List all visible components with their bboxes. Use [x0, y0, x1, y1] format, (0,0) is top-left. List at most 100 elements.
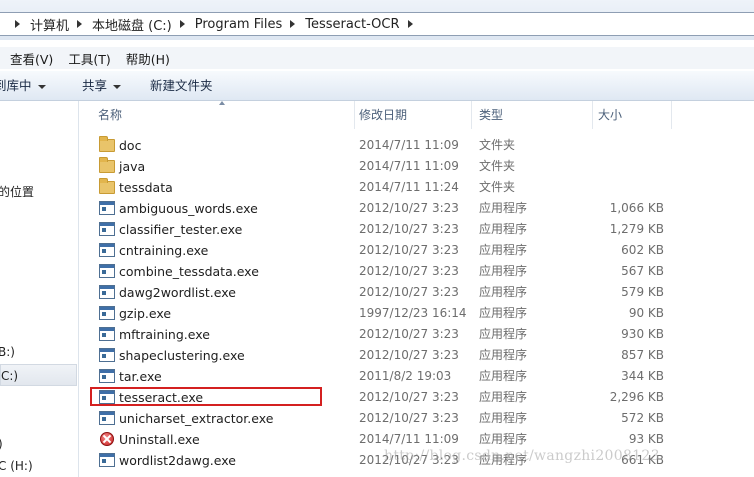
file-row-tesseract[interactable]: tesseract.exe 2012/10/27 3:23 应用程序 2,296… [90, 387, 754, 408]
file-name: dawg2wordlist.exe [119, 285, 236, 300]
file-name: tessdata [119, 180, 173, 195]
file-name: combine_tessdata.exe [119, 264, 259, 279]
file-row-mftraining[interactable]: mftraining.exe 2012/10/27 3:23 应用程序 930 … [90, 324, 754, 345]
uninstall-icon [100, 432, 114, 446]
folder-icon [99, 157, 115, 173]
column-header-name[interactable]: 名称 [90, 101, 355, 129]
file-row-combine-tessdata[interactable]: combine_tessdata.exe 2012/10/27 3:23 应用程… [90, 261, 754, 282]
breadcrumb[interactable]: 计算机 本地磁盘 (C:) Program Files Tesseract-OC… [0, 12, 754, 36]
exe-icon [99, 264, 115, 278]
folder-icon [99, 178, 115, 194]
file-type: 应用程序 [479, 222, 528, 236]
file-date: 2014/7/11 11:09 [359, 138, 459, 152]
nav-item-locations[interactable]: 的位置 [0, 183, 34, 200]
exe-icon [99, 369, 115, 383]
exe-icon [99, 453, 115, 467]
file-type: 应用程序 [479, 243, 528, 257]
nav-item-drive-c[interactable]: C:) [0, 364, 77, 386]
menu-help[interactable]: 帮助(H) [126, 49, 170, 68]
file-size: 567 KB [621, 264, 664, 278]
file-size: 1,279 KB [609, 222, 664, 236]
file-date: 2012/10/27 3:23 [359, 243, 459, 257]
file-row-uninstall[interactable]: Uninstall.exe 2014/7/11 11:09 应用程序 93 KB [90, 429, 754, 450]
share-button[interactable]: 共享 [82, 71, 122, 101]
file-row-doc[interactable]: doc 2014/7/11 11:09 文件夹 [90, 135, 754, 156]
file-list: doc 2014/7/11 11:09 文件夹 java 2014/7/11 1… [90, 135, 754, 471]
file-row-shapeclustering[interactable]: shapeclustering.exe 2012/10/27 3:23 应用程序… [90, 345, 754, 366]
address-bar: 计算机 本地磁盘 (C:) Program Files Tesseract-OC… [0, 0, 754, 40]
command-bar: 到库中 共享 新建文件夹 [0, 71, 754, 101]
menu-bar: 查看(V) 工具(T) 帮助(H) [0, 47, 754, 69]
breadcrumb-separator-icon[interactable] [179, 20, 185, 28]
file-date: 2012/10/27 3:23 [359, 348, 459, 362]
file-size: 602 KB [621, 243, 664, 257]
file-name: tesseract.exe [119, 390, 204, 405]
exe-icon [99, 285, 115, 299]
file-size: 93 KB [628, 432, 664, 446]
file-date: 2012/10/27 3:23 [359, 411, 459, 425]
nav-item-drive-b[interactable]: B:) [0, 345, 15, 359]
share-label: 共享 [82, 78, 108, 93]
file-row-cntraining[interactable]: cntraining.exe 2012/10/27 3:23 应用程序 602 … [90, 240, 754, 261]
file-date: 2012/10/27 3:23 [359, 222, 459, 236]
dropdown-caret-icon [37, 84, 46, 89]
file-name: wordlist2dawg.exe [119, 453, 236, 468]
breadcrumb-separator-icon[interactable] [77, 20, 83, 28]
file-row-tar[interactable]: tar.exe 2011/8/2 19:03 应用程序 344 KB [90, 366, 754, 387]
folder-icon [99, 136, 115, 152]
exe-icon [99, 243, 115, 257]
file-row-tessdata[interactable]: tessdata 2014/7/11 11:24 文件夹 [90, 177, 754, 198]
menu-tools[interactable]: 工具(T) [68, 49, 110, 68]
breadcrumb-separator-icon[interactable] [15, 20, 20, 28]
file-type: 应用程序 [479, 348, 528, 362]
breadcrumb-computer[interactable]: 计算机 [30, 15, 69, 34]
exe-icon [99, 201, 115, 215]
file-name: gzip.exe [119, 306, 172, 321]
file-row-ambiguous-words[interactable]: ambiguous_words.exe 2012/10/27 3:23 应用程序… [90, 198, 754, 219]
file-row-gzip[interactable]: gzip.exe 1997/12/23 16:14 应用程序 90 KB [90, 303, 754, 324]
file-type: 文件夹 [479, 138, 516, 152]
exe-icon [99, 390, 115, 404]
column-header-date[interactable]: 修改日期 [351, 101, 472, 129]
file-name: Uninstall.exe [119, 432, 200, 447]
file-name: cntraining.exe [119, 243, 209, 258]
nav-item-drive-h[interactable]: C (H:) [0, 459, 33, 473]
file-date: 1997/12/23 16:14 [359, 306, 467, 320]
exe-icon [99, 327, 115, 341]
file-type: 应用程序 [479, 390, 528, 404]
file-row-classifier-tester[interactable]: classifier_tester.exe 2012/10/27 3:23 应用… [90, 219, 754, 240]
file-type: 应用程序 [479, 369, 528, 383]
file-date: 2012/10/27 3:23 [359, 390, 459, 404]
breadcrumb-tesseract-ocr[interactable]: Tesseract-OCR [305, 17, 399, 32]
navigation-pane[interactable]: 的位置 B:) C:) ) C (H:) [0, 101, 79, 477]
menu-view[interactable]: 查看(V) [10, 49, 53, 68]
file-date: 2012/10/27 3:23 [359, 264, 459, 278]
column-header-type[interactable]: 类型 [471, 101, 593, 129]
file-row-java[interactable]: java 2014/7/11 11:09 文件夹 [90, 156, 754, 177]
breadcrumb-separator-icon[interactable] [407, 20, 413, 28]
sort-ascending-icon [219, 101, 225, 105]
file-date: 2012/10/27 3:23 [359, 453, 459, 467]
file-size: 90 KB [628, 306, 664, 320]
new-folder-button[interactable]: 新建文件夹 [150, 71, 213, 101]
file-name: unicharset_extractor.exe [119, 411, 274, 426]
file-row-unicharset-extractor[interactable]: unicharset_extractor.exe 2012/10/27 3:23… [90, 408, 754, 429]
file-row-dawg2wordlist[interactable]: dawg2wordlist.exe 2012/10/27 3:23 应用程序 5… [90, 282, 754, 303]
exe-icon [99, 411, 115, 425]
breadcrumb-local-disk[interactable]: 本地磁盘 (C:) [92, 15, 172, 34]
exe-icon [99, 222, 115, 236]
file-name: tar.exe [119, 369, 162, 384]
include-in-library-label: 到库中 [0, 78, 32, 93]
file-size: 1,066 KB [609, 201, 664, 215]
breadcrumb-separator-icon[interactable] [290, 20, 296, 28]
column-header-size[interactable]: 大小 [590, 101, 672, 129]
file-name: mftraining.exe [119, 327, 210, 342]
file-type: 应用程序 [479, 327, 528, 341]
nav-item-drive[interactable]: ) [0, 437, 3, 451]
file-size: 857 KB [621, 348, 664, 362]
breadcrumb-program-files[interactable]: Program Files [195, 17, 283, 32]
include-in-library-button[interactable]: 到库中 [0, 71, 46, 101]
new-folder-label: 新建文件夹 [150, 78, 213, 93]
exe-icon [99, 306, 115, 320]
file-row-wordlist2dawg[interactable]: wordlist2dawg.exe 2012/10/27 3:23 应用程序 6… [90, 450, 754, 471]
